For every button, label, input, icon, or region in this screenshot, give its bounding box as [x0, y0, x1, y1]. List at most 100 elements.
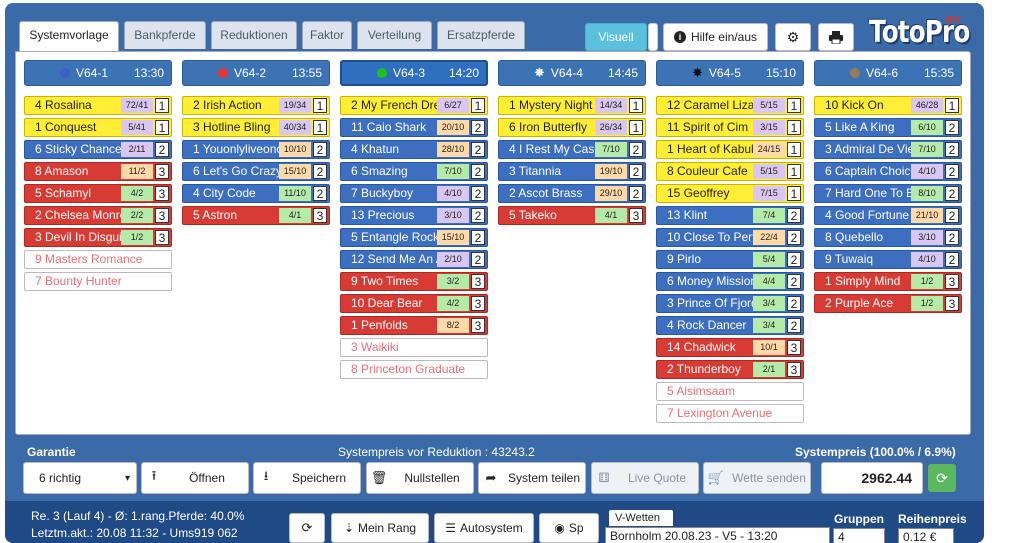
- tab-bankpferde[interactable]: Bankpferde: [124, 21, 206, 49]
- horse-rank[interactable]: 1: [629, 120, 643, 135]
- horse-rank[interactable]: 1: [787, 164, 801, 179]
- horse-row[interactable]: 3 Admiral De Vie 7/10 2: [814, 140, 962, 159]
- horse-row[interactable]: 7 Buckyboy 4/10 2: [340, 184, 488, 203]
- horse-row[interactable]: 7 Lexington Avenue: [656, 404, 804, 423]
- horse-rank[interactable]: 3: [155, 208, 169, 223]
- horse-row[interactable]: 5 Like A King 6/10 2: [814, 118, 962, 137]
- refresh-price-button[interactable]: ⟳: [928, 464, 956, 492]
- horse-rank[interactable]: 3: [471, 318, 485, 333]
- horse-rank[interactable]: 3: [471, 274, 485, 289]
- horse-rank[interactable]: 2: [787, 296, 801, 311]
- horse-rank[interactable]: 2: [787, 208, 801, 223]
- horse-row[interactable]: 1 Conquest 5/41 1: [24, 118, 172, 137]
- horse-rank[interactable]: 3: [155, 186, 169, 201]
- horse-row[interactable]: 1 Simply Mind 1/2 3: [814, 272, 962, 291]
- horse-rank[interactable]: 2: [629, 142, 643, 157]
- horse-rank[interactable]: 1: [155, 120, 169, 135]
- horse-row[interactable]: 8 Quebello 3/10 2: [814, 228, 962, 247]
- horse-row[interactable]: 3 Hotline Bling 40/34 1: [182, 118, 330, 137]
- horse-row[interactable]: 2 Ascot Brass 29/10 2: [498, 184, 646, 203]
- reihenpreis-select[interactable]: 0.12 €: [898, 528, 954, 543]
- horse-rank[interactable]: 3: [787, 362, 801, 377]
- horse-rank[interactable]: 2: [787, 318, 801, 333]
- nullstellen-button[interactable]: 🗑 Nullstellen: [366, 462, 474, 494]
- horse-row[interactable]: 8 Couleur Cafe 5/15 1: [656, 162, 804, 181]
- horse-row[interactable]: 13 Precious 3/10 2: [340, 206, 488, 225]
- oeffnen-button[interactable]: ⭱ Öffnen: [141, 462, 249, 494]
- horse-row[interactable]: 4 I Rest My Case 7/10 2: [498, 140, 646, 159]
- system-teilen-button[interactable]: ➦ System teilen: [478, 462, 586, 494]
- horse-row[interactable]: 3 Titannia 19/10 2: [498, 162, 646, 181]
- race-header[interactable]: ✸ V64-4 14:45: [498, 60, 646, 86]
- horse-row[interactable]: 13 Klint 7/4 2: [656, 206, 804, 225]
- race-header[interactable]: V64-1 13:30: [24, 60, 172, 86]
- horse-row[interactable]: 6 Let's Go Crazy 15/10 2: [182, 162, 330, 181]
- horse-row[interactable]: 1 Youonlyliveonce10/102: [182, 140, 330, 159]
- race-header[interactable]: V64-6 15:35: [814, 60, 962, 86]
- horse-row[interactable]: 6 Captain Choice 4/10 2: [814, 162, 962, 181]
- print-button[interactable]: [818, 23, 854, 51]
- horse-row[interactable]: 9 Masters Romance: [24, 250, 172, 269]
- horse-row[interactable]: 6 Iron Butterfly 26/34 1: [498, 118, 646, 137]
- horse-row[interactable]: 2 Chelsea Monroe2/23: [24, 206, 172, 225]
- horse-row[interactable]: 12 Caramel Lizard5/151: [656, 96, 804, 115]
- race-header[interactable]: V64-3 14:20: [340, 60, 488, 86]
- horse-row[interactable]: 4 Khatun 28/10 2: [340, 140, 488, 159]
- horse-rank[interactable]: 1: [787, 186, 801, 201]
- horse-row[interactable]: 8 Princeton Graduate: [340, 360, 488, 379]
- visuell-button[interactable]: Visuell: [585, 23, 647, 51]
- speichern-button[interactable]: ⭳ Speichern: [253, 462, 361, 494]
- horse-row[interactable]: 4 City Code 11/10 2: [182, 184, 330, 203]
- horse-rank[interactable]: 3: [155, 164, 169, 179]
- horse-rank[interactable]: 1: [945, 98, 959, 113]
- horse-row[interactable]: 5 Entangle Rock 15/10 2: [340, 228, 488, 247]
- horse-rank[interactable]: 2: [471, 252, 485, 267]
- horse-rank[interactable]: 2: [471, 230, 485, 245]
- horse-row[interactable]: 2 My French Dream6/271: [340, 96, 488, 115]
- horse-row[interactable]: 10 Dear Bear 4/2 3: [340, 294, 488, 313]
- horse-row[interactable]: 11 Spirit of Cim 3/15 1: [656, 118, 804, 137]
- settings-button[interactable]: ⚙: [775, 23, 811, 51]
- hilfe-button[interactable]: i Hilfe ein/aus: [663, 23, 768, 51]
- mein-rang-button[interactable]: ⇣ Mein Rang: [331, 513, 429, 543]
- horse-row[interactable]: 14 Chadwick 10/1 3: [656, 338, 804, 357]
- horse-row[interactable]: 5 Takeko 4/1 3: [498, 206, 646, 225]
- horse-row[interactable]: 3 Devil In Disguise1/23: [24, 228, 172, 247]
- v-wetten-select[interactable]: Bornholm 20.08.23 - V5 - 13:20: [605, 527, 830, 543]
- horse-rank[interactable]: 2: [945, 164, 959, 179]
- horse-rank[interactable]: 1: [787, 142, 801, 157]
- garantie-select[interactable]: 6 richtig ▾: [23, 462, 137, 494]
- horse-row[interactable]: 1 Heart of Kabul 24/15 1: [656, 140, 804, 159]
- horse-row[interactable]: 1 Penfolds 8/2 3: [340, 316, 488, 335]
- horse-row[interactable]: 5 Alsimsaam: [656, 382, 804, 401]
- horse-row[interactable]: 3 Waikiki: [340, 338, 488, 357]
- live-quote-button[interactable]: ⚅ Live Quote: [591, 462, 699, 494]
- horse-rank[interactable]: 2: [945, 252, 959, 267]
- race-header[interactable]: V64-2 13:55: [182, 60, 330, 86]
- horse-rank[interactable]: 2: [471, 142, 485, 157]
- horse-rank[interactable]: 1: [471, 98, 485, 113]
- horse-rank[interactable]: 2: [629, 186, 643, 201]
- horse-rank[interactable]: 3: [155, 230, 169, 245]
- sp-button[interactable]: ◉ Sp: [539, 513, 599, 543]
- horse-row[interactable]: 4 Rock Dancer 3/4 2: [656, 316, 804, 335]
- tab-faktor[interactable]: Faktor: [302, 21, 352, 49]
- tab-reduktionen[interactable]: Reduktionen: [211, 21, 297, 49]
- horse-rank[interactable]: 2: [945, 186, 959, 201]
- horse-rank[interactable]: 3: [313, 208, 327, 223]
- horse-row[interactable]: 9 Tuwaiq 4/10 2: [814, 250, 962, 269]
- horse-row[interactable]: 1 Mystery Night 14/34 1: [498, 96, 646, 115]
- horse-rank[interactable]: 1: [313, 120, 327, 135]
- horse-rank[interactable]: 3: [945, 296, 959, 311]
- horse-rank[interactable]: 3: [945, 274, 959, 289]
- gruppen-select[interactable]: 4: [833, 528, 885, 543]
- horse-row[interactable]: 6 Sticky Chance 2/11 2: [24, 140, 172, 159]
- horse-rank[interactable]: 1: [787, 98, 801, 113]
- horse-rank[interactable]: 2: [945, 230, 959, 245]
- horse-row[interactable]: 4 Good Fortune 21/10 2: [814, 206, 962, 225]
- race-header[interactable]: ✸ V64-5 15:10: [656, 60, 804, 86]
- horse-row[interactable]: 9 Pirlo 5/4 2: [656, 250, 804, 269]
- horse-row[interactable]: 8 Amason 11/2 3: [24, 162, 172, 181]
- horse-row[interactable]: 6 Money Mission 4/4 2: [656, 272, 804, 291]
- horse-rank[interactable]: 2: [945, 208, 959, 223]
